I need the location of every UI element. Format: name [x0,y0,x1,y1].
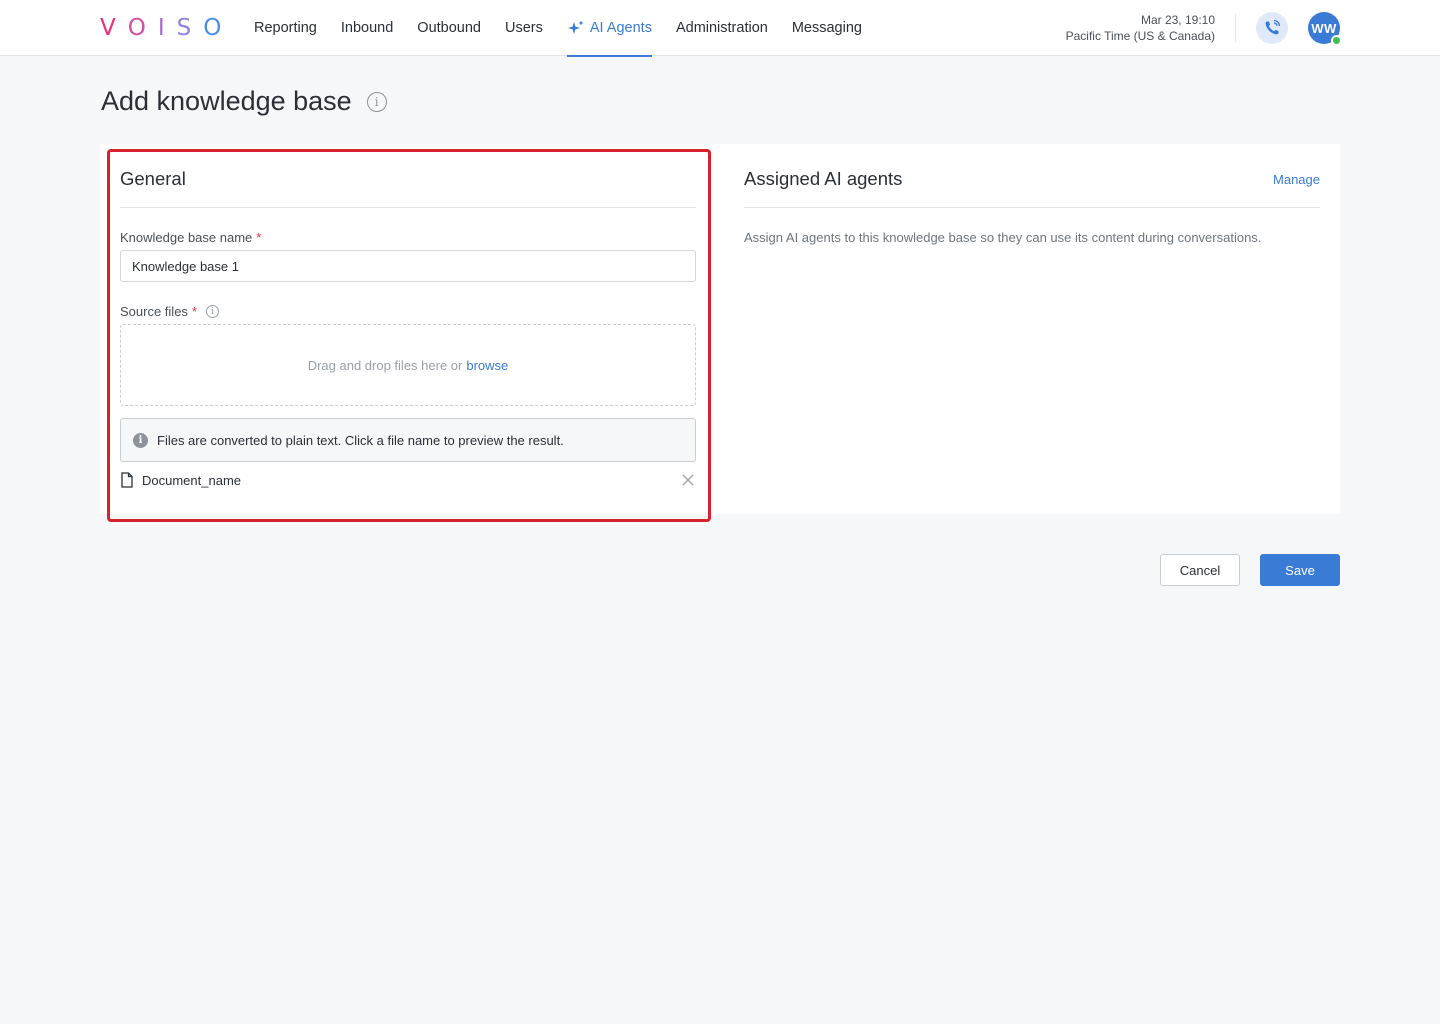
general-heading: General [120,168,186,189]
assigned-agents-heading: Assigned AI agents [744,168,903,189]
softphone-button[interactable] [1256,12,1288,44]
nav-item-outbound[interactable]: Outbound [417,0,481,56]
page-title: Add knowledge base i [101,86,387,117]
browse-link[interactable]: browse [466,358,508,373]
voiso-logo[interactable]: V O I S O [100,14,233,42]
online-status-dot [1331,35,1342,46]
logo-letter: O [127,15,158,41]
save-button[interactable]: Save [1260,554,1340,586]
nav-item-label: Users [505,20,543,36]
assigned-agents-description: Assign AI agents to this knowledge base … [744,230,1262,245]
general-card: General Knowledge base name * Source fil… [100,144,716,514]
avatar-initials: WW [1311,20,1337,36]
nav-item-label: Administration [675,20,768,36]
assigned-divider [744,207,1320,208]
field-label-text: Knowledge base name [120,230,253,245]
file-dropzone[interactable]: Drag and drop files here or browse [120,324,696,406]
nav-item-administration[interactable]: Administration [676,0,768,56]
knowledge-base-name-input[interactable] [120,250,696,282]
logo-letter: V [100,15,128,41]
nav-item-messaging[interactable]: Messaging [792,0,862,56]
knowledge-base-name-label: Knowledge base name * [120,230,261,245]
datetime-timezone: Mar 23, 19:10 Pacific Time (US & Canada) [1066,12,1215,44]
file-name-link[interactable]: Document_name [142,473,241,488]
dropzone-text: Drag and drop files here or [307,357,463,373]
nav-item-label: Outbound [417,20,481,36]
info-icon: i [133,432,148,448]
nav-item-inbound[interactable]: Inbound [341,0,393,56]
nav-item-reporting[interactable]: Reporting [254,0,317,56]
phone-icon [1265,19,1281,35]
nav-item-label: Inbound [340,20,394,36]
field-label-text: Source files [120,304,188,319]
nav-item-ai-agents[interactable]: AI Agents [566,0,653,57]
nav-item-label: Reporting [254,20,317,36]
timezone-label: Pacific Time (US & Canada) [1065,29,1215,43]
conversion-notice: i Files are converted to plain text. Cli… [120,418,696,462]
top-navigation-bar: V O I S O Reporting Inbound Outbound Use… [0,0,1440,57]
required-mark: * [191,304,197,319]
nav-item-label: AI Agents [589,20,652,36]
current-datetime: Mar 23, 19:10 [1140,13,1215,27]
logo-letter: I [157,15,177,41]
logo-letter: S [176,15,204,41]
document-icon [121,472,133,488]
sparkle-icon [567,20,584,34]
logo-letter: O [203,15,234,41]
file-list-item: Document_name [120,470,696,490]
nav-item-users[interactable]: Users [505,0,543,56]
main-nav: Reporting Inbound Outbound Users AI Agen… [254,0,886,57]
required-mark: * [256,230,262,245]
info-icon[interactable]: i [205,305,219,318]
user-avatar[interactable]: WW [1308,12,1342,46]
cancel-button[interactable]: Cancel [1160,554,1240,586]
general-divider [120,207,696,208]
header-divider [1235,14,1236,42]
info-icon[interactable]: i [366,91,387,112]
nav-item-label: Messaging [791,20,862,36]
page-title-text: Add knowledge base [101,86,352,116]
assigned-agents-card: Assigned AI agents Manage Assign AI agen… [716,144,1340,514]
remove-file-icon[interactable] [680,472,696,488]
source-files-label: Source files * i [120,304,219,319]
notice-text: Files are converted to plain text. Click… [157,432,564,448]
manage-link[interactable]: Manage [1273,172,1320,187]
